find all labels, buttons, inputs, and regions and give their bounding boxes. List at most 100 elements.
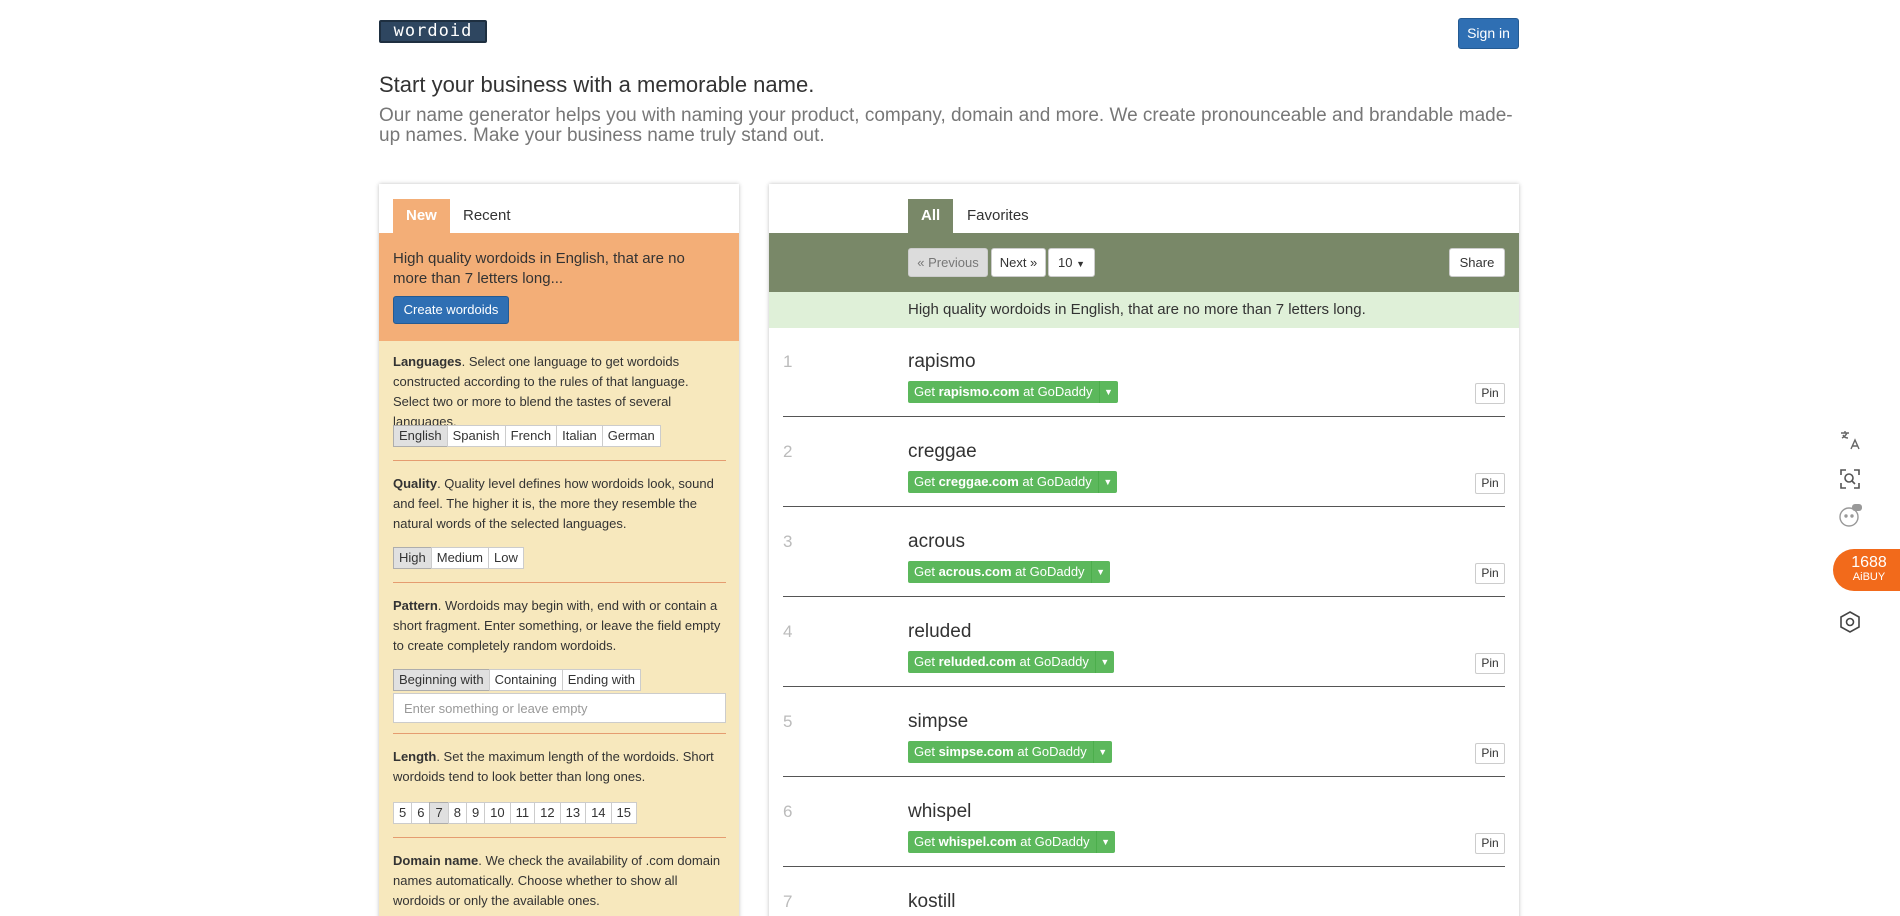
ai-assistant-icon[interactable] (1832, 498, 1868, 534)
quality-high[interactable]: High (393, 547, 432, 569)
tab-recent[interactable]: Recent (450, 199, 524, 233)
godaddy-suffix: at GoDaddy (1015, 654, 1089, 669)
length-desc: . Set the maximum length of the wordoids… (393, 749, 714, 784)
pin-button[interactable]: Pin (1475, 743, 1505, 764)
lang-french[interactable]: French (504, 425, 558, 447)
count-value: 10 (1057, 255, 1073, 270)
result-word[interactable]: whispel (908, 801, 971, 823)
quality-title: Quality (393, 476, 438, 491)
pattern-group: Beginning with Containing Ending with (393, 669, 641, 691)
caret-down-icon[interactable]: ▼ (1092, 741, 1112, 763)
length-13[interactable]: 13 (559, 802, 587, 824)
quality-medium[interactable]: Medium (430, 547, 489, 569)
length-group: 5 6 7 8 9 10 11 12 13 14 15 (393, 802, 638, 824)
result-number: 4 (783, 622, 793, 641)
length-9[interactable]: 9 (465, 802, 486, 824)
godaddy-button[interactable]: Get rapismo.com at GoDaddy ▼ (908, 381, 1118, 403)
caret-down-icon[interactable]: ▼ (1090, 561, 1110, 583)
length-11[interactable]: 11 (509, 802, 536, 824)
quality-low[interactable]: Low (488, 547, 524, 569)
results-banner: High quality wordoids in English, that a… (769, 292, 1519, 328)
length-6[interactable]: 6 (411, 802, 431, 824)
domain-section: Domain name. We check the availability o… (393, 851, 726, 911)
scan-search-icon[interactable] (1832, 461, 1868, 497)
languages-section: Languages. Select one language to get wo… (393, 352, 726, 432)
length-8[interactable]: 8 (447, 802, 467, 824)
result-number: 1 (783, 352, 793, 371)
result-domain: rapismo.com (938, 384, 1020, 399)
quality-section: Quality. Quality level defines how wordo… (393, 474, 726, 534)
settings-hex-icon[interactable] (1832, 604, 1868, 640)
pattern-ending[interactable]: Ending with (561, 669, 641, 691)
next-button[interactable]: Next » (991, 248, 1046, 277)
results-toolbar: « Previous Next » 10 ▼ Share (769, 233, 1519, 292)
length-15[interactable]: 15 (610, 802, 638, 824)
length-7[interactable]: 7 (429, 802, 449, 824)
summary-box: High quality wordoids in English, that a… (379, 233, 739, 341)
caret-down-icon[interactable]: ▼ (1094, 651, 1114, 673)
translate-icon[interactable] (1832, 422, 1868, 458)
divider (393, 582, 726, 583)
aibuy-label: AiBUY (1852, 571, 1886, 583)
length-10[interactable]: 10 (484, 802, 511, 824)
length-title: Length (393, 749, 437, 764)
godaddy-button[interactable]: Get reluded.com at GoDaddy ▼ (908, 651, 1114, 673)
caret-down-icon[interactable]: ▼ (1095, 831, 1115, 853)
domain-title: Domain name (393, 853, 479, 868)
pattern-beginning[interactable]: Beginning with (393, 669, 490, 691)
divider (393, 733, 726, 734)
result-word[interactable]: reluded (908, 621, 971, 643)
caret-down-icon[interactable]: ▼ (1097, 471, 1117, 493)
lang-english[interactable]: English (393, 425, 448, 447)
options-area: Languages. Select one language to get wo… (379, 341, 739, 916)
lang-spanish[interactable]: Spanish (446, 425, 506, 447)
godaddy-button[interactable]: Get simpse.com at GoDaddy ▼ (908, 741, 1112, 763)
sign-in-button[interactable]: Sign in (1458, 18, 1519, 49)
result-domain: acrous.com (938, 564, 1012, 579)
pin-button[interactable]: Pin (1475, 473, 1505, 494)
tab-all[interactable]: All (908, 199, 954, 233)
godaddy-prefix: Get (914, 564, 939, 579)
godaddy-suffix: at GoDaddy (1019, 384, 1093, 399)
languages-title: Languages (393, 354, 462, 369)
result-number: 7 (783, 892, 793, 911)
pin-button[interactable]: Pin (1475, 383, 1505, 404)
godaddy-button[interactable]: Get creggae.com at GoDaddy ▼ (908, 471, 1117, 493)
length-14[interactable]: 14 (585, 802, 612, 824)
share-button[interactable]: Share (1449, 248, 1505, 277)
length-5[interactable]: 5 (393, 802, 413, 824)
pin-button[interactable]: Pin (1475, 563, 1505, 584)
godaddy-button[interactable]: Get whispel.com at GoDaddy ▼ (908, 831, 1115, 853)
tab-new[interactable]: New (393, 199, 450, 233)
wordoid-logo[interactable]: wordoid (379, 20, 487, 43)
result-word[interactable]: creggae (908, 441, 977, 463)
pattern-containing[interactable]: Containing (488, 669, 563, 691)
tab-favorites[interactable]: Favorites (954, 199, 1042, 233)
pattern-input[interactable] (393, 693, 726, 723)
page-lead: Our name generator helps you with naming… (379, 105, 1513, 146)
length-section: Length. Set the maximum length of the wo… (393, 747, 726, 787)
chevron-down-icon: ▼ (1076, 259, 1085, 269)
result-word[interactable]: acrous (908, 531, 965, 553)
lang-german[interactable]: German (601, 425, 661, 447)
pin-button[interactable]: Pin (1475, 833, 1505, 854)
pin-button[interactable]: Pin (1475, 653, 1505, 674)
result-number: 2 (783, 442, 793, 461)
result-word[interactable]: kostill (908, 891, 956, 913)
row-divider (783, 686, 1505, 687)
result-domain: reluded.com (938, 654, 1016, 669)
count-dropdown[interactable]: 10 ▼ (1048, 248, 1095, 277)
length-12[interactable]: 12 (534, 802, 561, 824)
godaddy-suffix: at GoDaddy (1013, 744, 1087, 759)
result-word[interactable]: simpse (908, 711, 968, 733)
godaddy-button[interactable]: Get acrous.com at GoDaddy ▼ (908, 561, 1110, 583)
godaddy-prefix: Get (914, 834, 939, 849)
create-wordoids-button[interactable]: Create wordoids (393, 296, 509, 324)
row-divider (783, 506, 1505, 507)
result-word[interactable]: rapismo (908, 351, 976, 373)
lang-italian[interactable]: Italian (556, 425, 603, 447)
aibuy-badge[interactable]: 1688 AiBUY (1833, 549, 1900, 591)
caret-down-icon[interactable]: ▼ (1098, 381, 1118, 403)
previous-button[interactable]: « Previous (908, 248, 988, 277)
page-title: Start your business with a memorable nam… (379, 72, 815, 97)
